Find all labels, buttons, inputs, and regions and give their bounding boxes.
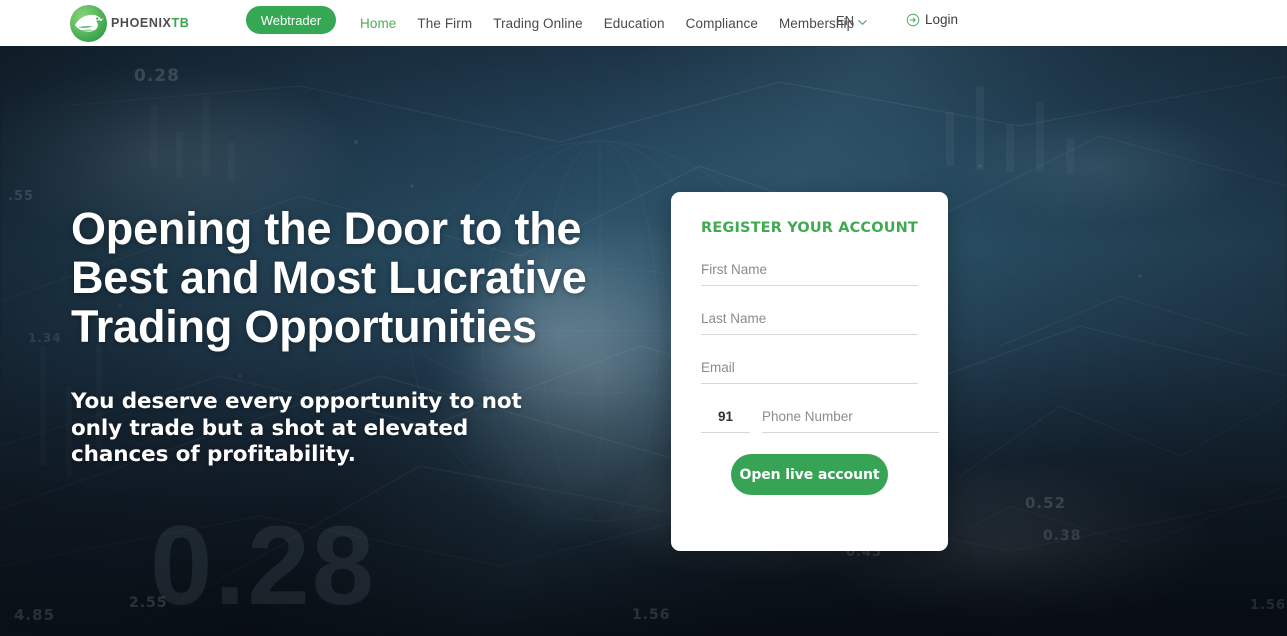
logo-text-accent: TB [171, 15, 190, 30]
nav-item-compliance[interactable]: Compliance [686, 16, 758, 31]
main-navigation: Home The Firm Trading Online Education C… [360, 0, 854, 46]
phoenix-bird-icon [70, 4, 107, 42]
sign-in-icon [906, 13, 920, 27]
register-card-title: REGISTER YOUR ACCOUNT [701, 220, 918, 236]
hero-copy: Opening the Door to the Best and Most Lu… [71, 204, 631, 469]
open-live-account-button[interactable]: Open live account [731, 454, 888, 495]
first-name-input[interactable] [701, 258, 918, 286]
logo-text: PHOENIXTB [111, 17, 189, 30]
hero-section: 0.28 0.28 .55 1.34 0.52 0.38 0.45 1.56 2… [0, 46, 1287, 636]
logo[interactable]: PHOENIXTB [70, 4, 189, 42]
login-label: Login [925, 12, 959, 27]
last-name-input[interactable] [701, 307, 918, 335]
site-header: PHOENIXTB Webtrader Home The Firm Tradin… [0, 0, 1287, 46]
chevron-down-icon [858, 15, 867, 25]
webtrader-button[interactable]: Webtrader [246, 6, 336, 34]
language-selector[interactable]: EN [836, 13, 867, 28]
nav-item-home[interactable]: Home [360, 16, 396, 31]
country-code-input[interactable] [701, 405, 750, 433]
phone-row [701, 405, 939, 433]
nav-item-education[interactable]: Education [604, 16, 665, 31]
register-card: REGISTER YOUR ACCOUNT Open live account [671, 192, 948, 551]
submit-row: Open live account [701, 454, 918, 495]
phone-number-input[interactable] [762, 405, 939, 433]
nav-item-the-firm[interactable]: The Firm [417, 16, 472, 31]
logo-text-primary: PHOENIX [111, 15, 172, 30]
hero-subtitle: You deserve every opportunity to not onl… [71, 389, 522, 467]
login-button[interactable]: Login [906, 12, 958, 27]
nav-item-trading-online[interactable]: Trading Online [493, 16, 582, 31]
hero-title: Opening the Door to the Best and Most Lu… [71, 203, 587, 352]
language-value: EN [836, 13, 855, 28]
email-input[interactable] [701, 356, 918, 384]
